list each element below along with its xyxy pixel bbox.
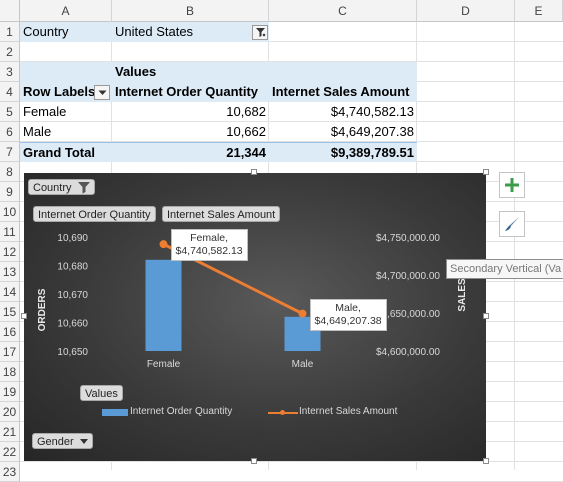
chevron-down-icon <box>98 90 106 95</box>
legend-label-sales-amount: Internet Sales Amount <box>299 406 398 417</box>
row-header-1[interactable]: 1 <box>0 22 20 42</box>
filter-field-value[interactable]: United States <box>112 22 269 42</box>
row-header-2[interactable]: 2 <box>0 42 20 62</box>
y-tick-label: 10,690 <box>57 233 88 244</box>
row-header-22[interactable]: 22 <box>0 442 20 462</box>
values-caption-fill <box>269 62 417 82</box>
chart-elements-button[interactable] <box>499 172 525 198</box>
legend-label-order-quantity: Internet Order Quantity <box>130 406 233 417</box>
resize-handle[interactable] <box>251 458 257 464</box>
axis-tooltip: Secondary Vertical (Va <box>446 259 563 279</box>
grand-total-qty: 21,344 <box>112 142 269 162</box>
column-header-d[interactable]: D <box>417 0 515 22</box>
funnel-icon <box>255 28 265 37</box>
row-header-15[interactable]: 15 <box>0 302 20 322</box>
values-caption: Values <box>112 62 269 82</box>
grand-total-amount: $9,389,789.51 <box>269 142 417 162</box>
bar-female <box>145 259 182 351</box>
sales-point-female <box>159 240 168 249</box>
grid-line <box>20 461 563 462</box>
row-header-8[interactable]: 8 <box>0 162 20 182</box>
row-label-female: Female <box>23 104 67 119</box>
chevron-down-icon <box>79 439 88 444</box>
chart-styles-button[interactable] <box>499 211 525 237</box>
column-header-c[interactable]: C <box>269 0 417 22</box>
resize-handle[interactable] <box>21 313 27 319</box>
y-tick-label: 10,660 <box>57 319 88 330</box>
y-axis-title: ORDERS <box>37 288 48 331</box>
grand-total-label: Grand Total <box>20 142 112 162</box>
column-header-b[interactable]: B <box>112 0 269 22</box>
y2-tick-label: $4,750,000.00 <box>376 233 440 244</box>
resize-handle[interactable] <box>251 169 257 175</box>
y2-tick-label: $4,700,000.00 <box>376 271 440 282</box>
plus-icon <box>505 178 519 192</box>
gender-field-label: Gender <box>37 436 74 448</box>
data-label-name: Male, <box>335 301 361 314</box>
y-tick-label: 10,680 <box>57 262 88 273</box>
row-header-11[interactable]: 11 <box>0 222 20 242</box>
data-label-callout: Male, $4,649,207.38 <box>309 298 387 331</box>
row-header-13[interactable]: 13 <box>0 262 20 282</box>
filter-dropdown-button[interactable] <box>252 25 268 40</box>
select-all-corner[interactable] <box>0 0 20 22</box>
cell-female-qty: 10,682 <box>226 104 266 119</box>
x-tick-label: Male <box>292 359 314 370</box>
row-header-5[interactable]: 5 <box>0 102 20 122</box>
sales-point-male <box>298 309 307 318</box>
data-label-name: Female, <box>190 232 229 245</box>
paintbrush-icon <box>505 217 519 231</box>
row-header-9[interactable]: 9 <box>0 182 20 202</box>
secondary-y-axis-title: SALES <box>457 278 468 312</box>
resize-handle[interactable] <box>483 169 489 175</box>
column-header-a[interactable]: A <box>20 0 112 22</box>
row-header-17[interactable]: 17 <box>0 342 20 362</box>
row-header-19[interactable]: 19 <box>0 382 20 402</box>
gender-field-button[interactable]: Gender <box>32 433 93 449</box>
data-label-value: $4,740,582.13 <box>175 245 243 258</box>
filter-field-label[interactable]: Country <box>20 22 112 42</box>
row-header-20[interactable]: 20 <box>0 402 20 422</box>
resize-handle[interactable] <box>483 458 489 464</box>
values-caption-fill <box>20 62 112 82</box>
row-label-male: Male <box>23 124 52 139</box>
column-header-e[interactable]: E <box>515 0 563 22</box>
row-header-16[interactable]: 16 <box>0 322 20 342</box>
row-header-10[interactable]: 10 <box>0 202 20 222</box>
row-header-3[interactable]: 3 <box>0 62 20 82</box>
data-label-callout: Female, $4,740,582.13 <box>170 229 248 262</box>
column-header-sales-amount: Internet Sales Amount <box>269 82 417 102</box>
row-header-18[interactable]: 18 <box>0 362 20 382</box>
row-labels-dropdown-button[interactable] <box>94 85 110 100</box>
x-tick-label: Female <box>147 359 181 370</box>
row-header-21[interactable]: 21 <box>0 422 20 442</box>
row-header-6[interactable]: 6 <box>0 122 20 142</box>
cell-female-amount: $4,740,582.13 <box>330 104 414 119</box>
pivot-chart[interactable]: Country Internet Order Quantity Internet… <box>24 173 486 461</box>
legend-marker <box>280 410 285 415</box>
row-header-4[interactable]: 4 <box>0 82 20 102</box>
resize-handle[interactable] <box>483 313 489 319</box>
legend-swatch-bar <box>102 409 128 416</box>
grid-line <box>514 22 515 470</box>
values-field-button[interactable]: Values <box>80 385 123 401</box>
row-header-12[interactable]: 12 <box>0 242 20 262</box>
row-header-14[interactable]: 14 <box>0 282 20 302</box>
column-header-order-quantity: Internet Order Quantity <box>112 82 269 102</box>
row-header-23[interactable]: 23 <box>0 462 20 482</box>
y-tick-label: 10,650 <box>57 347 88 358</box>
legend[interactable]: Internet Order Quantity Internet Sales A… <box>100 405 440 421</box>
y2-tick-label: $4,600,000.00 <box>376 347 440 358</box>
cell-male-qty: 10,662 <box>226 124 266 139</box>
data-label-value: $4,649,207.38 <box>314 314 382 327</box>
y-tick-label: 10,670 <box>57 290 88 301</box>
cell-male-amount: $4,649,207.38 <box>330 124 414 139</box>
row-header-7[interactable]: 7 <box>0 142 20 162</box>
